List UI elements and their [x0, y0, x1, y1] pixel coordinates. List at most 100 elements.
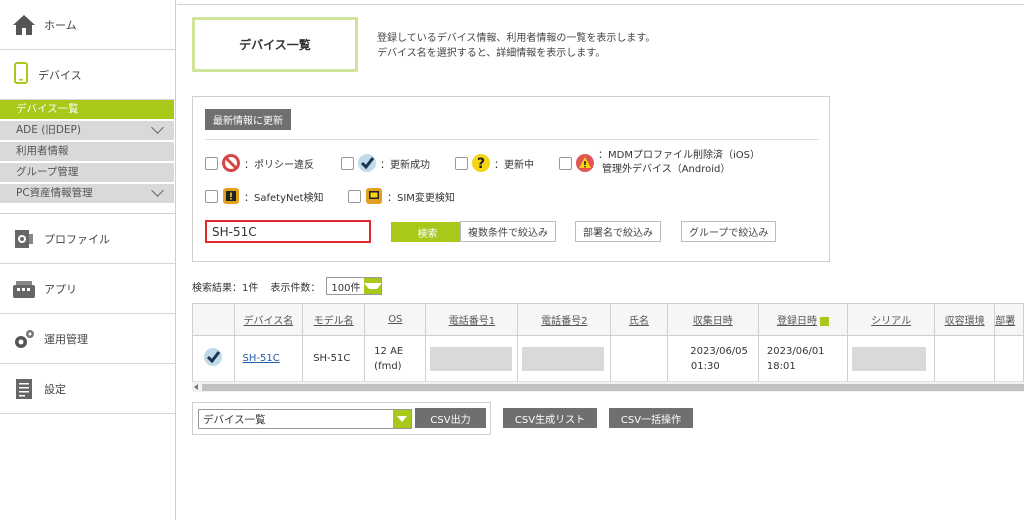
document-icon	[12, 377, 36, 401]
device-table: デバイス名 モデル名 OS 電話番号1 電話番号2 氏名 収集日時 登録日時 シ…	[192, 303, 1024, 382]
col-environment[interactable]: 収容環境	[934, 303, 996, 336]
result-count: 検索結果：1件	[192, 282, 259, 294]
nav-app[interactable]: アプリ	[0, 264, 175, 314]
success-checkbox[interactable]	[341, 156, 354, 170]
masked-value	[522, 346, 605, 371]
dropdown-arrow-icon	[393, 410, 411, 428]
question-icon: ?	[472, 154, 490, 172]
os-cell: 12 AE (fmd)	[364, 335, 427, 382]
csv-list-button[interactable]: CSV生成リスト	[503, 408, 597, 428]
gears-icon	[12, 327, 36, 351]
collected-cell: 2023/06/05 01:30	[666, 335, 759, 382]
col-phone2[interactable]: 電話番号2	[517, 303, 612, 336]
nav-app-label: アプリ	[44, 282, 77, 296]
nav-profile[interactable]: プロファイル	[0, 214, 175, 264]
sort-indicator-icon	[820, 316, 830, 326]
col-device-name[interactable]: デバイス名	[233, 303, 304, 336]
masked-value	[430, 346, 513, 371]
chevron-down-icon	[151, 121, 164, 134]
policy-checkbox[interactable]	[205, 156, 218, 170]
multi-filter-button[interactable]: 複数条件で絞込み	[460, 221, 556, 242]
app-root: ホーム デバイス デバイス一覧 ADE (旧DEP) 利用者情報 グループ管理 …	[0, 0, 1024, 520]
svg-text:?: ?	[477, 156, 485, 172]
col-registered[interactable]: 登録日時	[757, 303, 849, 336]
nav-settings[interactable]: 設定	[0, 364, 175, 414]
environment-cell	[934, 335, 996, 382]
device-submenu: デバイス一覧 ADE (旧DEP) 利用者情報 グループ管理 PC資産情報管理	[0, 100, 174, 203]
display-count-select[interactable]: 100件	[326, 277, 383, 295]
top-divider	[177, 4, 1024, 5]
nav-device[interactable]: デバイス	[0, 50, 175, 100]
department-cell	[994, 335, 1024, 382]
model-cell: SH-51C	[302, 335, 366, 382]
dept-filter-button[interactable]: 部署名で絞込み	[575, 221, 661, 242]
col-department[interactable]: 部署	[994, 303, 1024, 336]
page-description: 登録しているデバイス情報、利用者情報の一覧を表示します。 デバイス名を選択すると…	[377, 33, 656, 59]
nav-home[interactable]: ホーム	[0, 0, 175, 50]
safetynet-alert-icon	[223, 188, 239, 204]
sidebar-item-user-info[interactable]: 利用者情報	[0, 142, 174, 161]
sidebar-item-group[interactable]: グループ管理	[0, 163, 174, 182]
safetynet-checkbox[interactable]	[205, 189, 218, 203]
scroll-left-icon[interactable]	[194, 384, 198, 390]
main-content: デバイス一覧 登録しているデバイス情報、利用者情報の一覧を表示します。 デバイス…	[177, 0, 1024, 520]
nav-ops-label: 運用管理	[44, 332, 88, 346]
table-header-row: デバイス名 モデル名 OS 電話番号1 電話番号2 氏名 収集日時 登録日時 シ…	[192, 303, 1024, 336]
display-count-label: 表示件数：	[270, 282, 321, 294]
horizontal-scrollbar[interactable]	[192, 381, 1024, 392]
table-row: SH-51C SH-51C 12 AE (fmd) 2023/06/05 01:30…	[192, 335, 1024, 382]
export-type-select[interactable]: デバイス一覧	[198, 409, 412, 429]
nav-home-label: ホーム	[44, 18, 77, 32]
nav-settings-label: 設定	[44, 382, 66, 396]
sidebar-item-device-list[interactable]: デバイス一覧	[0, 100, 174, 119]
csv-bulk-button[interactable]: CSV一括操作	[609, 408, 693, 428]
sidebar-item-pc-assets[interactable]: PC資産情報管理	[0, 184, 174, 203]
scroll-thumb[interactable]	[202, 384, 1024, 391]
check-icon	[204, 348, 223, 366]
home-icon	[12, 13, 36, 37]
nav-profile-label: プロファイル	[44, 232, 110, 246]
check-icon	[358, 154, 376, 172]
registered-cell: 2023/06/01 18:01	[757, 335, 849, 382]
legend-success: ：更新成功	[341, 153, 430, 173]
sim-checkbox[interactable]	[348, 189, 361, 203]
search-button[interactable]: 検索	[391, 222, 464, 242]
filter-panel: 最新情報に更新 ：ポリシー違反 ：更新成功 ? ：更新中 ：MDMプロファイル削	[192, 96, 830, 262]
col-os[interactable]: OS	[364, 303, 427, 336]
refresh-button[interactable]: 最新情報に更新	[205, 109, 291, 130]
col-name[interactable]: 氏名	[610, 303, 668, 336]
col-status	[192, 303, 235, 336]
warning-icon	[576, 154, 594, 172]
updating-checkbox[interactable]	[455, 156, 468, 170]
smartphone-icon	[14, 62, 28, 87]
phone2-cell	[517, 335, 612, 382]
masked-value	[852, 346, 927, 371]
results-bar: 検索結果：1件 表示件数： 100件	[192, 277, 383, 295]
serial-cell	[847, 335, 936, 382]
phone1-cell	[425, 335, 519, 382]
device-search-input[interactable]	[205, 220, 371, 243]
col-serial[interactable]: シリアル	[847, 303, 936, 336]
device-name-cell: SH-51C	[233, 335, 304, 382]
legend-safetynet: ：SafetyNet検知	[205, 186, 324, 206]
mdm-checkbox[interactable]	[559, 156, 572, 170]
filter-divider	[205, 139, 819, 140]
col-phone1[interactable]: 電話番号1	[425, 303, 519, 336]
legend-updating: ? ：更新中	[455, 153, 534, 173]
sidebar-item-ade[interactable]: ADE (旧DEP)	[0, 121, 174, 140]
col-model-name[interactable]: モデル名	[302, 303, 366, 336]
device-link[interactable]: SH-51C	[243, 353, 280, 364]
sidebar: ホーム デバイス デバイス一覧 ADE (旧DEP) 利用者情報 グループ管理 …	[0, 0, 176, 520]
name-cell	[610, 335, 668, 382]
sim-card-icon	[366, 188, 382, 204]
group-filter-button[interactable]: グループで絞込み	[681, 221, 777, 242]
legend-mdm: ：MDMプロファイル削除済（iOS） 管理外デバイス（Android）	[559, 149, 760, 177]
nav-ops[interactable]: 運用管理	[0, 314, 175, 364]
page-title: デバイス一覧	[192, 17, 358, 72]
legend-policy: ：ポリシー違反	[205, 153, 314, 173]
app-icon	[12, 277, 36, 301]
legend-sim: ：SIM変更検知	[348, 186, 455, 206]
csv-export-button[interactable]: CSV出力	[415, 408, 486, 428]
prohibited-icon	[222, 154, 240, 172]
col-collected[interactable]: 収集日時	[666, 303, 759, 336]
